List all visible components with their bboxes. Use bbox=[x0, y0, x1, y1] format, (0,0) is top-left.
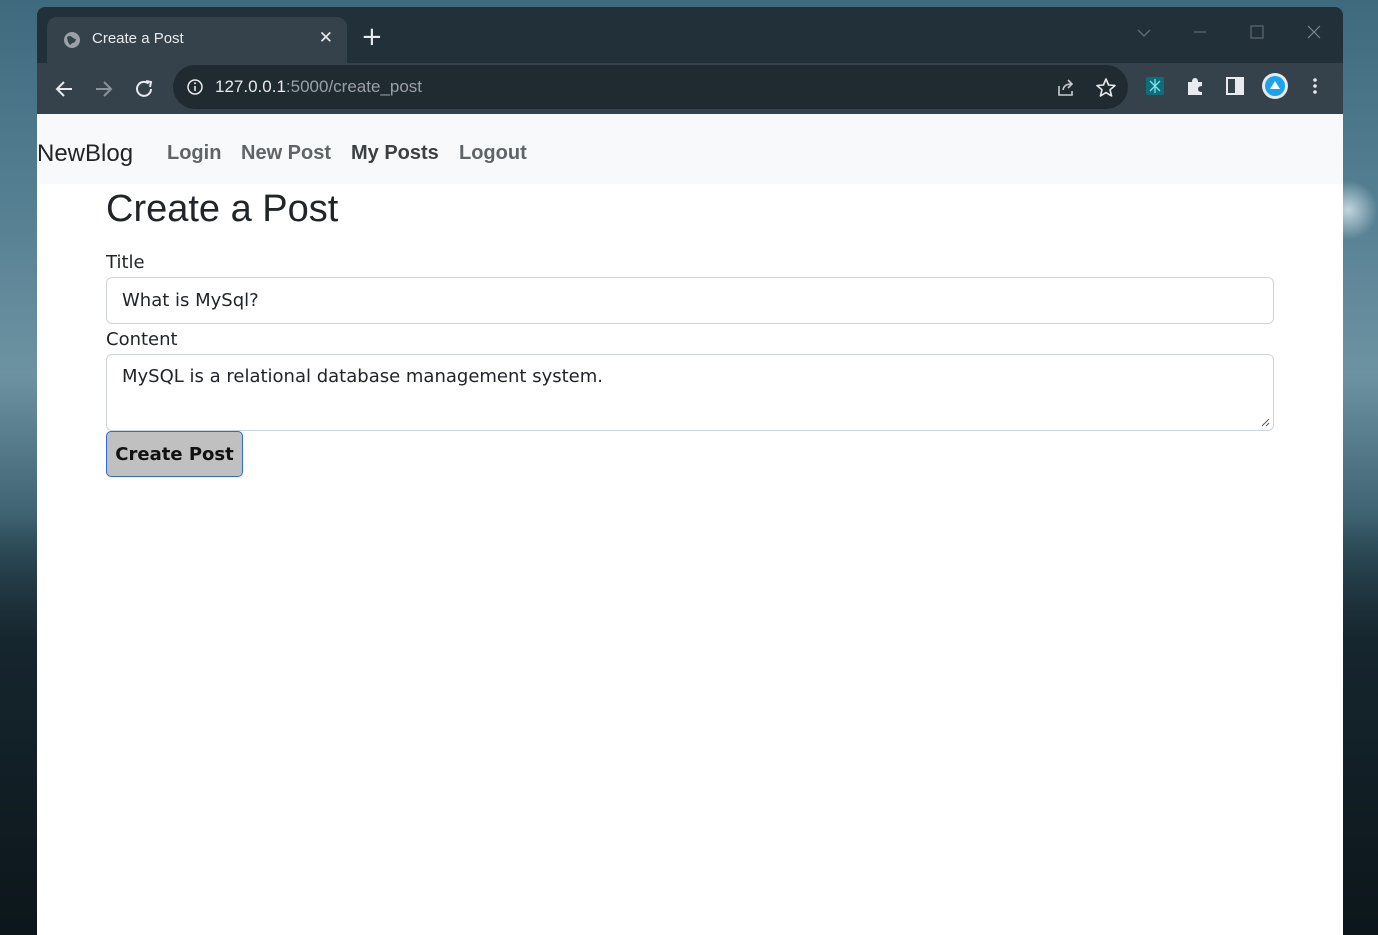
resize-handle-icon[interactable] bbox=[1260, 417, 1270, 427]
title-label: Title bbox=[106, 252, 145, 273]
nav-logout[interactable]: Logout bbox=[459, 142, 527, 165]
content-textarea[interactable]: MySQL is a relational database managemen… bbox=[106, 354, 1274, 431]
tab-search-icon[interactable] bbox=[1129, 17, 1159, 47]
address-bar[interactable]: 127.0.0.1:5000/create_post bbox=[173, 65, 1128, 109]
extension-icon[interactable] bbox=[1141, 72, 1169, 100]
forward-arrow-icon bbox=[96, 81, 113, 97]
maximize-icon[interactable] bbox=[1242, 17, 1272, 47]
bookmark-star-icon[interactable] bbox=[1095, 77, 1117, 99]
reload-button[interactable] bbox=[129, 74, 159, 104]
content-label: Content bbox=[106, 329, 178, 350]
extensions-button[interactable] bbox=[1181, 72, 1209, 100]
back-arrow-icon bbox=[55, 81, 72, 97]
profile-avatar[interactable] bbox=[1261, 72, 1289, 100]
browser-toolbar: 127.0.0.1:5000/create_post bbox=[37, 63, 1343, 114]
close-window-icon[interactable] bbox=[1299, 17, 1329, 47]
menu-button[interactable] bbox=[1301, 72, 1329, 100]
side-panel-button[interactable] bbox=[1221, 72, 1249, 100]
reload-icon bbox=[136, 80, 153, 97]
puzzle-icon bbox=[1188, 78, 1202, 95]
tab-strip: Create a Post ✕ + bbox=[37, 7, 1343, 63]
nav-new-post[interactable]: New Post bbox=[241, 142, 331, 165]
url-path: :5000/create_post bbox=[285, 77, 423, 96]
side-panel-icon bbox=[1226, 77, 1244, 95]
globe-icon bbox=[64, 32, 80, 48]
nav-my-posts[interactable]: My Posts bbox=[351, 142, 439, 165]
create-post-button[interactable]: Create Post bbox=[106, 431, 243, 477]
minimize-icon[interactable] bbox=[1185, 17, 1215, 47]
back-button[interactable] bbox=[49, 74, 79, 104]
site-info-icon[interactable] bbox=[186, 78, 204, 96]
new-tab-icon[interactable]: + bbox=[361, 23, 383, 51]
extension-logo-icon bbox=[1146, 77, 1164, 95]
web-page: NewBlog Login New Post My Posts Logout C… bbox=[37, 114, 1343, 935]
share-icon[interactable] bbox=[1055, 77, 1077, 99]
forward-button[interactable] bbox=[89, 74, 119, 104]
tab-close-icon[interactable]: ✕ bbox=[319, 28, 333, 48]
brand-link[interactable]: NewBlog bbox=[37, 140, 133, 168]
nav-login[interactable]: Login bbox=[167, 142, 221, 165]
url-text[interactable]: 127.0.0.1:5000/create_post bbox=[215, 77, 422, 97]
avatar-icon bbox=[1262, 73, 1288, 99]
tab-title: Create a Post bbox=[92, 30, 184, 47]
kebab-menu-icon bbox=[1313, 78, 1317, 94]
tab-create-post[interactable]: Create a Post ✕ bbox=[47, 17, 347, 63]
page-title: Create a Post bbox=[106, 188, 339, 230]
site-navbar: NewBlog Login New Post My Posts Logout bbox=[37, 114, 1343, 184]
content-text: MySQL is a relational database managemen… bbox=[122, 366, 603, 387]
url-host: 127.0.0.1 bbox=[215, 77, 286, 96]
title-input[interactable]: What is MySql? bbox=[106, 277, 1274, 324]
browser-chrome: Create a Post ✕ + 127.0.0.1:5000/create_… bbox=[37, 7, 1343, 114]
browser-window: Create a Post ✕ + 127.0.0.1:5000/create_… bbox=[37, 7, 1343, 935]
